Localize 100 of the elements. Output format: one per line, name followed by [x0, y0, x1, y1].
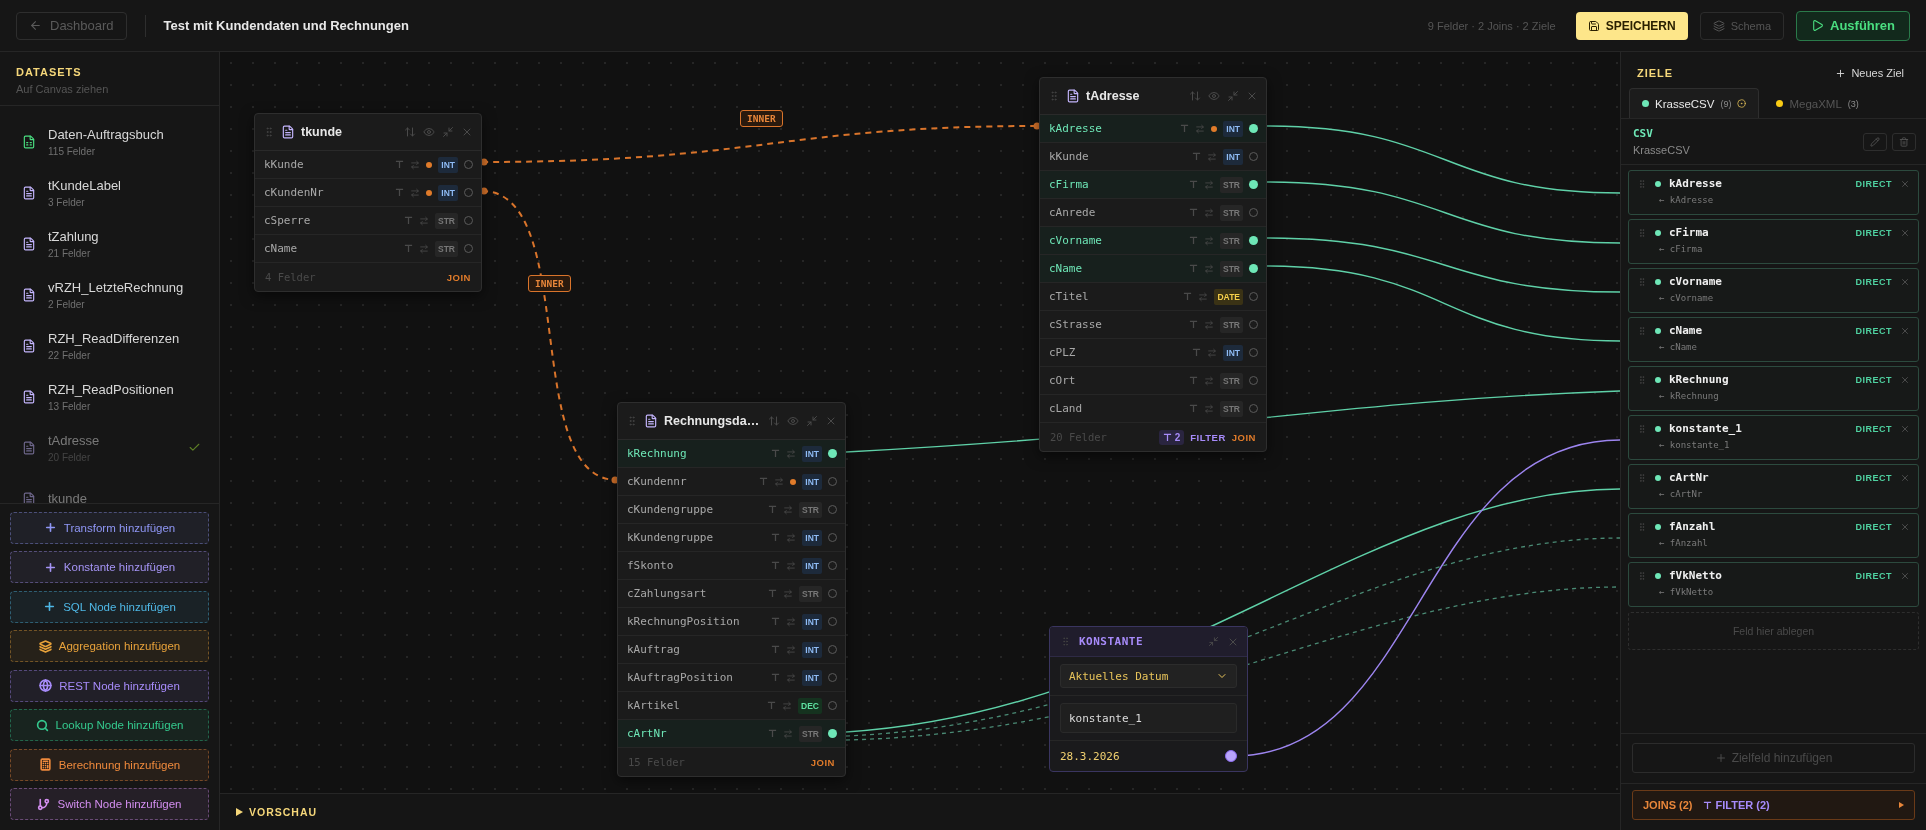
swap-arrows-icon[interactable] — [419, 215, 429, 226]
add-node-button[interactable]: Transform hinzufügen — [10, 511, 209, 544]
swap-arrows-icon[interactable] — [1207, 151, 1218, 162]
swap-arrows-icon[interactable] — [419, 243, 429, 254]
field-row[interactable]: cStrasse STR — [1040, 311, 1266, 339]
remove-icon[interactable] — [1900, 325, 1910, 336]
target-tab[interactable]: KrasseCSV (9) — [1629, 88, 1760, 118]
field-row[interactable]: kKundengruppe INT — [618, 524, 845, 552]
drag-handle-icon[interactable] — [1637, 276, 1647, 287]
output-port[interactable] — [1225, 750, 1237, 762]
swap-arrows-icon[interactable] — [774, 476, 785, 487]
remove-icon[interactable] — [1900, 472, 1910, 483]
swap-arrows-icon[interactable] — [786, 560, 797, 571]
eye-icon[interactable] — [423, 126, 435, 138]
remove-icon[interactable] — [1900, 570, 1910, 581]
joins-filter-bar[interactable]: JOINS (2) FILTER (2) — [1632, 790, 1915, 820]
drag-handle-icon[interactable] — [1637, 521, 1647, 532]
dataset-item[interactable]: tZahlung 21 Felder — [0, 218, 219, 269]
swap-arrows-icon[interactable] — [1198, 291, 1209, 302]
swap-arrows-icon[interactable] — [786, 448, 797, 459]
field-row[interactable]: cArtNr STR — [618, 720, 845, 748]
swap-arrows-icon[interactable] — [783, 588, 793, 599]
field-row[interactable]: kKunde INT — [255, 151, 481, 179]
swap-arrows-icon[interactable] — [786, 616, 797, 627]
field-row[interactable]: cLand STR — [1040, 395, 1266, 423]
target-tab[interactable]: MegaXML (3) — [1763, 88, 1872, 118]
swap-arrows-icon[interactable] — [783, 728, 793, 739]
drag-handle-icon[interactable] — [1637, 374, 1647, 385]
remove-icon[interactable] — [1900, 227, 1910, 238]
field-row[interactable]: cSperre STR — [255, 207, 481, 235]
drag-handle-icon[interactable] — [1637, 325, 1647, 336]
output-port[interactable] — [828, 729, 837, 738]
field-row[interactable]: kAdresse INT — [1040, 115, 1266, 143]
field-row[interactable]: kAuftragPosition INT — [618, 664, 845, 692]
eye-icon[interactable] — [1208, 90, 1220, 102]
dataset-item[interactable]: vRZH_LetzteRechnung 2 Felder — [0, 269, 219, 320]
field-row[interactable]: kAuftrag INT — [618, 636, 845, 664]
swap-arrows-icon[interactable] — [1204, 179, 1214, 190]
add-node-button[interactable]: Switch Node hinzufügen — [10, 788, 209, 820]
field-row[interactable]: cFirma STR — [1040, 171, 1266, 199]
swap-arrows-icon[interactable] — [1204, 375, 1214, 386]
close-icon[interactable] — [461, 126, 473, 138]
drag-handle-icon[interactable] — [263, 126, 275, 138]
swap-arrows-icon[interactable] — [1204, 207, 1214, 218]
drag-handle-icon[interactable] — [1637, 227, 1647, 238]
field-row[interactable]: cZahlungsart STR — [618, 580, 845, 608]
output-port[interactable] — [1249, 236, 1258, 245]
output-port[interactable] — [1249, 264, 1258, 273]
dataset-item[interactable]: tKundeLabel 3 Felder — [0, 167, 219, 218]
swap-arrows-icon[interactable] — [1204, 263, 1214, 274]
minimize-icon[interactable] — [442, 126, 454, 138]
join-link[interactable]: JOIN — [446, 271, 471, 283]
drag-handle-icon[interactable] — [1060, 636, 1071, 647]
field-row[interactable]: cKundenNr INT — [255, 179, 481, 207]
add-node-button[interactable]: Aggregation hinzufügen — [10, 630, 209, 662]
drag-handle-icon[interactable] — [1637, 472, 1647, 483]
new-target-button[interactable]: Neues Ziel — [1829, 66, 1910, 80]
sort-icon[interactable] — [1189, 90, 1201, 102]
drag-handle-icon[interactable] — [626, 415, 638, 427]
swap-arrows-icon[interactable] — [782, 700, 793, 711]
add-node-button[interactable]: Berechnung hinzufügen — [10, 748, 209, 781]
dataset-item[interactable]: tkunde — [0, 473, 219, 503]
swap-arrows-icon[interactable] — [783, 504, 793, 515]
field-row[interactable]: cVorname STR — [1040, 227, 1266, 255]
filter-link[interactable]: FILTER — [1190, 431, 1226, 443]
swap-arrows-icon[interactable] — [1204, 319, 1214, 330]
swap-arrows-icon[interactable] — [786, 644, 797, 655]
swap-arrows-icon[interactable] — [1204, 403, 1214, 414]
eye-icon[interactable] — [787, 415, 799, 427]
edit-button[interactable] — [1863, 132, 1887, 151]
add-node-button[interactable]: REST Node hinzufügen — [10, 669, 209, 702]
join-type-tag[interactable]: INNER — [740, 110, 783, 127]
field-row[interactable]: cKundengruppe STR — [618, 496, 845, 524]
field-row[interactable]: cName STR — [1040, 255, 1266, 283]
join-type-tag[interactable]: INNER — [528, 275, 571, 292]
field-row[interactable]: kRechnung INT — [618, 440, 845, 468]
name-field[interactable]: konstante_1 — [1060, 703, 1237, 733]
drag-handle-icon[interactable] — [1048, 90, 1060, 102]
drag-handle-icon[interactable] — [1637, 423, 1647, 434]
dataset-item[interactable]: RZH_ReadPositionen 13 Felder — [0, 371, 219, 422]
drag-handle-icon[interactable] — [1637, 178, 1647, 189]
swap-arrows-icon[interactable] — [410, 187, 421, 198]
field-row[interactable]: cName STR — [255, 235, 481, 263]
join-link[interactable]: JOIN — [1231, 431, 1256, 443]
swap-arrows-icon[interactable] — [1204, 235, 1214, 246]
field-row[interactable]: cPLZ INT — [1040, 339, 1266, 367]
save-button[interactable]: SPEICHERN — [1575, 11, 1688, 40]
minimize-icon[interactable] — [806, 415, 818, 427]
delete-button[interactable] — [1892, 132, 1916, 151]
run-button[interactable]: Ausführen — [1796, 10, 1910, 41]
drag-handle-icon[interactable] — [1637, 570, 1647, 581]
output-port[interactable] — [1249, 180, 1258, 189]
dataset-item[interactable]: Daten-Auftragsbuch 115 Felder — [0, 116, 219, 167]
sort-icon[interactable] — [768, 415, 780, 427]
minimize-icon[interactable] — [1227, 90, 1239, 102]
swap-arrows-icon[interactable] — [410, 159, 421, 170]
field-row[interactable]: cTitel DATE — [1040, 283, 1266, 311]
swap-arrows-icon[interactable] — [1207, 347, 1218, 358]
field-row[interactable]: fSkonto INT — [618, 552, 845, 580]
output-port[interactable] — [1249, 124, 1258, 133]
